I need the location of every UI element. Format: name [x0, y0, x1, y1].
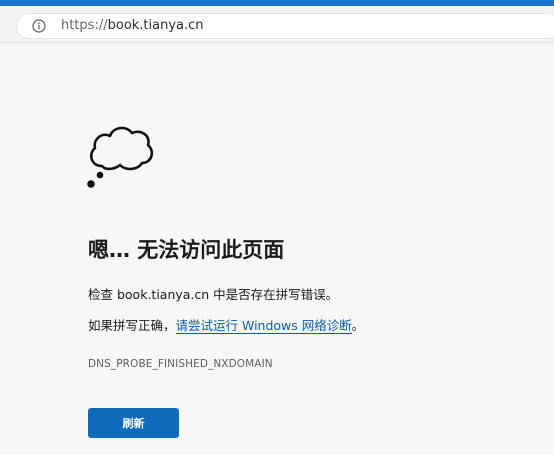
network-diagnostics-link[interactable]: 请尝试运行 Windows 网络诊断 — [175, 318, 352, 334]
thought-cloud-icon — [87, 126, 154, 188]
diagnostics-message: 如果拼写正确，请尝试运行 Windows 网络诊断。 — [88, 317, 364, 335]
spelling-check-message: 检查 book.tianya.cn 中是否存在拼写错误。 — [88, 287, 339, 302]
address-url[interactable]: https://book.tianya.cn — [61, 18, 204, 34]
url-scheme: https:// — [61, 18, 108, 33]
error-code: DNS_PROBE_FINISHED_NXDOMAIN — [88, 358, 273, 370]
browser-toolbar: https://book.tianya.cn — [0, 6, 554, 43]
url-host: book.tianya.cn — [107, 18, 204, 33]
info-icon[interactable] — [32, 19, 46, 33]
refresh-button[interactable]: 刷新 — [88, 408, 179, 438]
diagnostics-prefix: 如果拼写正确， — [88, 318, 176, 333]
error-title: 嗯… 无法访问此页面 — [88, 238, 285, 262]
diagnostics-suffix: 。 — [351, 318, 365, 333]
address-bar[interactable]: https://book.tianya.cn — [16, 13, 554, 39]
